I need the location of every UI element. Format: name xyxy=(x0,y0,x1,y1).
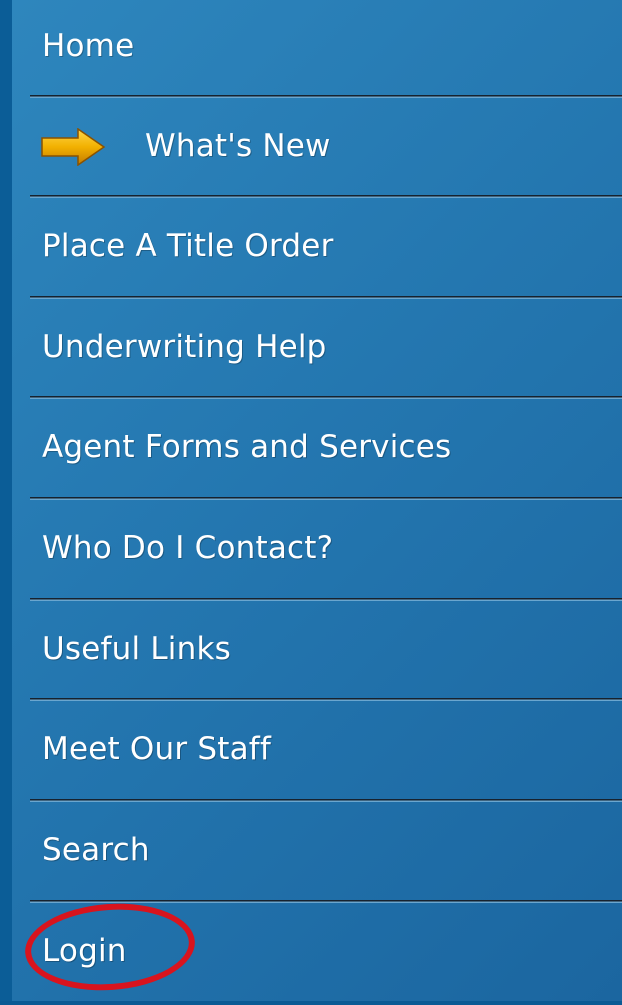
arrow-right-icon xyxy=(41,128,106,166)
divider xyxy=(30,900,622,903)
divider xyxy=(30,396,622,399)
nav-item-label: Meet Our Staff xyxy=(42,731,272,767)
nav-item-label: Who Do I Contact? xyxy=(42,530,334,566)
nav-item-label: Login xyxy=(42,933,127,969)
nav-item-label: Home xyxy=(42,28,135,64)
divider xyxy=(30,95,622,98)
nav-item-whats-new[interactable]: What's New xyxy=(12,100,622,200)
nav-item-label: What's New xyxy=(145,128,331,164)
nav-item-label: Agent Forms and Services xyxy=(42,429,452,465)
divider xyxy=(30,698,622,701)
divider xyxy=(30,598,622,601)
nav-item-underwriting-help[interactable]: Underwriting Help xyxy=(12,301,622,401)
nav-item-home[interactable]: Home xyxy=(12,0,622,100)
nav-item-agent-forms[interactable]: Agent Forms and Services xyxy=(12,401,622,501)
nav-item-search[interactable]: Search xyxy=(12,804,622,904)
divider xyxy=(30,497,622,500)
nav-item-meet-our-staff[interactable]: Meet Our Staff xyxy=(12,703,622,803)
nav-item-label: Underwriting Help xyxy=(42,329,327,365)
nav-item-useful-links[interactable]: Useful Links xyxy=(12,603,622,703)
nav-item-who-do-i-contact[interactable]: Who Do I Contact? xyxy=(12,502,622,602)
divider xyxy=(30,296,622,299)
sidebar-nav: Home What's New Place A Title Order Unde… xyxy=(0,0,622,1001)
nav-item-login[interactable]: Login xyxy=(12,905,622,1005)
divider xyxy=(30,799,622,802)
nav-item-place-title-order[interactable]: Place A Title Order xyxy=(12,200,622,300)
divider xyxy=(30,195,622,198)
nav-item-label: Place A Title Order xyxy=(42,228,334,264)
nav-item-label: Useful Links xyxy=(42,631,231,667)
nav-item-label: Search xyxy=(42,832,150,868)
